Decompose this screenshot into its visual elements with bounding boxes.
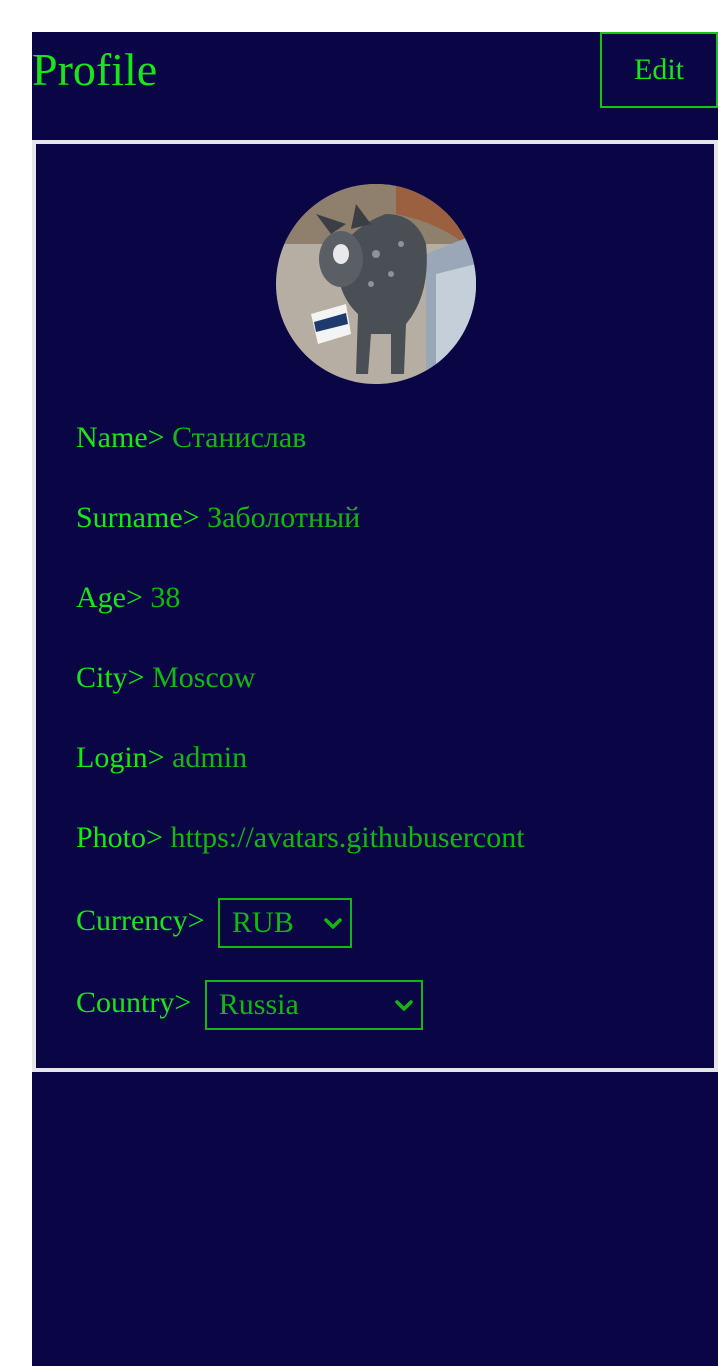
header: Profile Edit bbox=[32, 32, 718, 140]
field-age: Age> 38 bbox=[76, 578, 180, 618]
field-photo: Photo> https://avatars.githubusercont bbox=[76, 818, 525, 858]
page-title: Profile bbox=[32, 44, 158, 95]
name-value: Станислав bbox=[172, 421, 307, 454]
edit-button[interactable]: Edit bbox=[600, 32, 718, 108]
photo-label: Photo> bbox=[76, 821, 163, 854]
country-select[interactable]: Russia bbox=[204, 980, 423, 1030]
currency-select[interactable]: RUB bbox=[218, 898, 353, 948]
surname-label: Surname> bbox=[76, 501, 200, 534]
currency-label: Currency> bbox=[76, 903, 205, 937]
photo-value: https://avatars.githubusercont bbox=[170, 821, 525, 854]
login-value: admin bbox=[172, 741, 248, 774]
age-value: 38 bbox=[150, 581, 181, 614]
profile-page: Profile Edit Name> Станислав Surname> За… bbox=[32, 32, 718, 1366]
login-label: Login> bbox=[76, 741, 165, 774]
city-label: City> bbox=[76, 661, 145, 694]
country-label: Country> bbox=[76, 985, 192, 1019]
country-select-value: Russia bbox=[218, 988, 299, 1021]
surname-value: Заболотный bbox=[207, 501, 361, 534]
dog-photo-avatar-icon bbox=[276, 184, 476, 384]
field-country: Country> Russia bbox=[76, 980, 423, 1030]
currency-select-value: RUB bbox=[232, 906, 294, 939]
chevron-down-icon bbox=[324, 918, 342, 929]
field-city: City> Moscow bbox=[76, 658, 255, 698]
name-label: Name> bbox=[76, 421, 165, 454]
city-value: Moscow bbox=[152, 661, 256, 694]
field-login: Login> admin bbox=[76, 738, 247, 778]
chevron-down-icon bbox=[395, 1000, 413, 1011]
field-name: Name> Станислав bbox=[76, 418, 306, 458]
field-surname: Surname> Заболотный bbox=[76, 498, 360, 538]
field-currency: Currency> RUB bbox=[76, 898, 353, 948]
age-label: Age> bbox=[76, 581, 143, 614]
avatar bbox=[276, 184, 476, 384]
profile-card: Name> Станислав Surname> Заболотный Age>… bbox=[32, 140, 718, 1072]
